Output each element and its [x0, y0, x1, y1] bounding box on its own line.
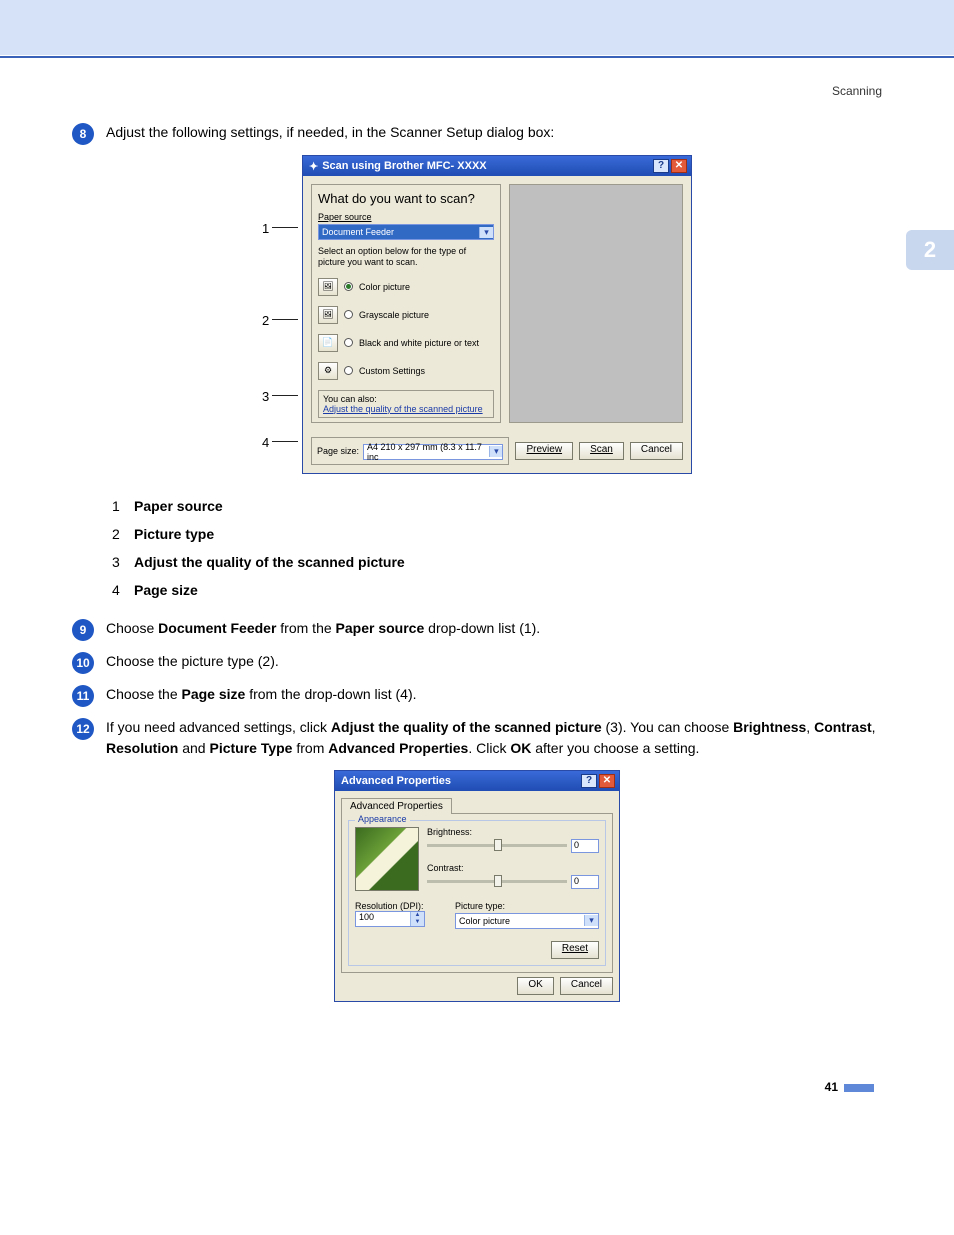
brightness-value[interactable]: 0 [571, 839, 599, 853]
callout-legend: 1Paper source 2Picture type 3Adjust the … [112, 492, 882, 604]
chevron-down-icon: ▾ [584, 915, 598, 926]
callout-2: 2 [262, 313, 269, 328]
reset-button[interactable]: Reset [551, 941, 599, 959]
option-bw[interactable]: 📄 Black and white picture or text [318, 334, 494, 352]
callout-3: 3 [262, 389, 269, 404]
scan-button[interactable]: Scan [579, 442, 624, 460]
scan-dialog-titlebar[interactable]: ✦ Scan using Brother MFC- XXXX ? ✕ [303, 156, 691, 176]
section-header: Scanning [72, 84, 882, 122]
step-9: 9 Choose Document Feeder from the Paper … [72, 618, 882, 641]
radio-color[interactable] [344, 282, 353, 291]
advprop-titlebar[interactable]: Advanced Properties ? ✕ [335, 771, 619, 791]
option-grayscale[interactable]: 🖼 Grayscale picture [318, 306, 494, 324]
legend-page-size: Page size [134, 582, 198, 598]
option-grayscale-label: Grayscale picture [359, 310, 429, 320]
step-text: If you need advanced settings, click Adj… [106, 717, 882, 760]
contrast-label: Contrast: [427, 863, 599, 873]
resolution-label: Resolution (DPI): [355, 901, 445, 911]
resolution-value: 100 [356, 912, 410, 926]
close-button[interactable]: ✕ [671, 159, 687, 173]
step-text: Choose the picture type (2). [106, 651, 882, 673]
appearance-fieldset: Appearance Brightness: 0 Contrast: [348, 820, 606, 966]
legend-adjust-quality: Adjust the quality of the scanned pictur… [134, 554, 405, 570]
legend-picture-type: Picture type [134, 526, 214, 542]
step-11: 11 Choose the Page size from the drop-do… [72, 684, 882, 707]
appearance-legend: Appearance [355, 814, 410, 824]
preview-button[interactable]: Preview [515, 442, 573, 460]
option-color-label: Color picture [359, 282, 410, 292]
spin-up-icon[interactable]: ▲ [410, 912, 424, 919]
option-custom-label: Custom Settings [359, 366, 425, 376]
wizard-icon: ✦ [309, 160, 318, 173]
bw-picture-icon: 📄 [318, 334, 338, 352]
adjust-quality-link[interactable]: Adjust the quality of the scanned pictur… [323, 404, 489, 414]
radio-bw[interactable] [344, 338, 353, 347]
advanced-properties-dialog: Advanced Properties ? ✕ Advanced Propert… [334, 770, 620, 1002]
help-button[interactable]: ? [653, 159, 669, 173]
scan-dialog-title: Scan using Brother MFC- XXXX [322, 160, 486, 172]
cancel-button[interactable]: Cancel [630, 442, 683, 460]
chevron-down-icon: ▾ [479, 227, 493, 238]
page-size-dropdown[interactable]: A4 210 x 297 mm (8.3 x 11.7 inc ▾ [363, 444, 503, 460]
radio-grayscale[interactable] [344, 310, 353, 319]
resolution-spinner[interactable]: 100 ▲▼ [355, 911, 425, 927]
you-can-also-label: You can also: [323, 394, 489, 404]
figure-scan-dialog: 1 2 3 4 ✦ Scan using Brother MFC- XXXX ?… [72, 155, 882, 474]
you-can-also-box: You can also: Adjust the quality of the … [318, 390, 494, 418]
figure-advanced-properties: Advanced Properties ? ✕ Advanced Propert… [72, 770, 882, 1002]
chevron-down-icon: ▾ [489, 446, 502, 457]
cancel-button[interactable]: Cancel [560, 977, 613, 995]
step-12: 12 If you need advanced settings, click … [72, 717, 882, 760]
page-size-value: A4 210 x 297 mm (8.3 x 11.7 inc [367, 442, 489, 462]
contrast-slider[interactable] [427, 880, 567, 883]
step-number: 10 [72, 652, 94, 674]
brightness-slider[interactable] [427, 844, 567, 847]
callout-1: 1 [262, 221, 269, 236]
page-size-label: Page size: [317, 446, 359, 456]
legend-paper-source: Paper source [134, 498, 223, 514]
picture-type-value: Color picture [459, 916, 510, 926]
option-custom[interactable]: ⚙ Custom Settings [318, 362, 494, 380]
paper-source-label: Paper source [318, 212, 494, 222]
option-bw-label: Black and white picture or text [359, 338, 479, 348]
picture-type-label: Picture type: [455, 901, 599, 911]
step-number: 11 [72, 685, 94, 707]
custom-settings-icon: ⚙ [318, 362, 338, 380]
preview-pane [509, 184, 683, 423]
scan-heading: What do you want to scan? [318, 191, 494, 206]
advprop-title: Advanced Properties [341, 775, 451, 787]
step-number: 12 [72, 718, 94, 740]
step-text: Choose the Page size from the drop-down … [106, 684, 882, 706]
ok-button[interactable]: OK [517, 977, 553, 995]
step-text: Choose Document Feeder from the Paper so… [106, 618, 882, 640]
brightness-label: Brightness: [427, 827, 599, 837]
radio-custom[interactable] [344, 366, 353, 375]
step-10: 10 Choose the picture type (2). [72, 651, 882, 674]
option-color[interactable]: 🖼 Color picture [318, 278, 494, 296]
close-button[interactable]: ✕ [599, 774, 615, 788]
page-size-group: Page size: A4 210 x 297 mm (8.3 x 11.7 i… [311, 437, 509, 465]
spin-down-icon[interactable]: ▼ [410, 919, 424, 926]
tab-advanced-properties[interactable]: Advanced Properties [341, 798, 452, 814]
top-band [0, 0, 954, 55]
step-8: 8 Adjust the following settings, if need… [72, 122, 882, 145]
contrast-value[interactable]: 0 [571, 875, 599, 889]
callout-4: 4 [262, 435, 269, 450]
scan-dialog: ✦ Scan using Brother MFC- XXXX ? ✕ What … [302, 155, 692, 474]
grayscale-picture-icon: 🖼 [318, 306, 338, 324]
paper-source-dropdown[interactable]: Document Feeder ▾ [318, 224, 494, 240]
step-number: 8 [72, 123, 94, 145]
paper-source-value: Document Feeder [322, 227, 394, 237]
step-text: Adjust the following settings, if needed… [106, 122, 882, 144]
help-button[interactable]: ? [581, 774, 597, 788]
color-picture-icon: 🖼 [318, 278, 338, 296]
page-number: 41 [72, 1020, 882, 1094]
select-help-text: Select an option below for the type of p… [318, 246, 494, 268]
picture-type-dropdown[interactable]: Color picture ▾ [455, 913, 599, 929]
step-number: 9 [72, 619, 94, 641]
preview-thumbnail [355, 827, 419, 891]
